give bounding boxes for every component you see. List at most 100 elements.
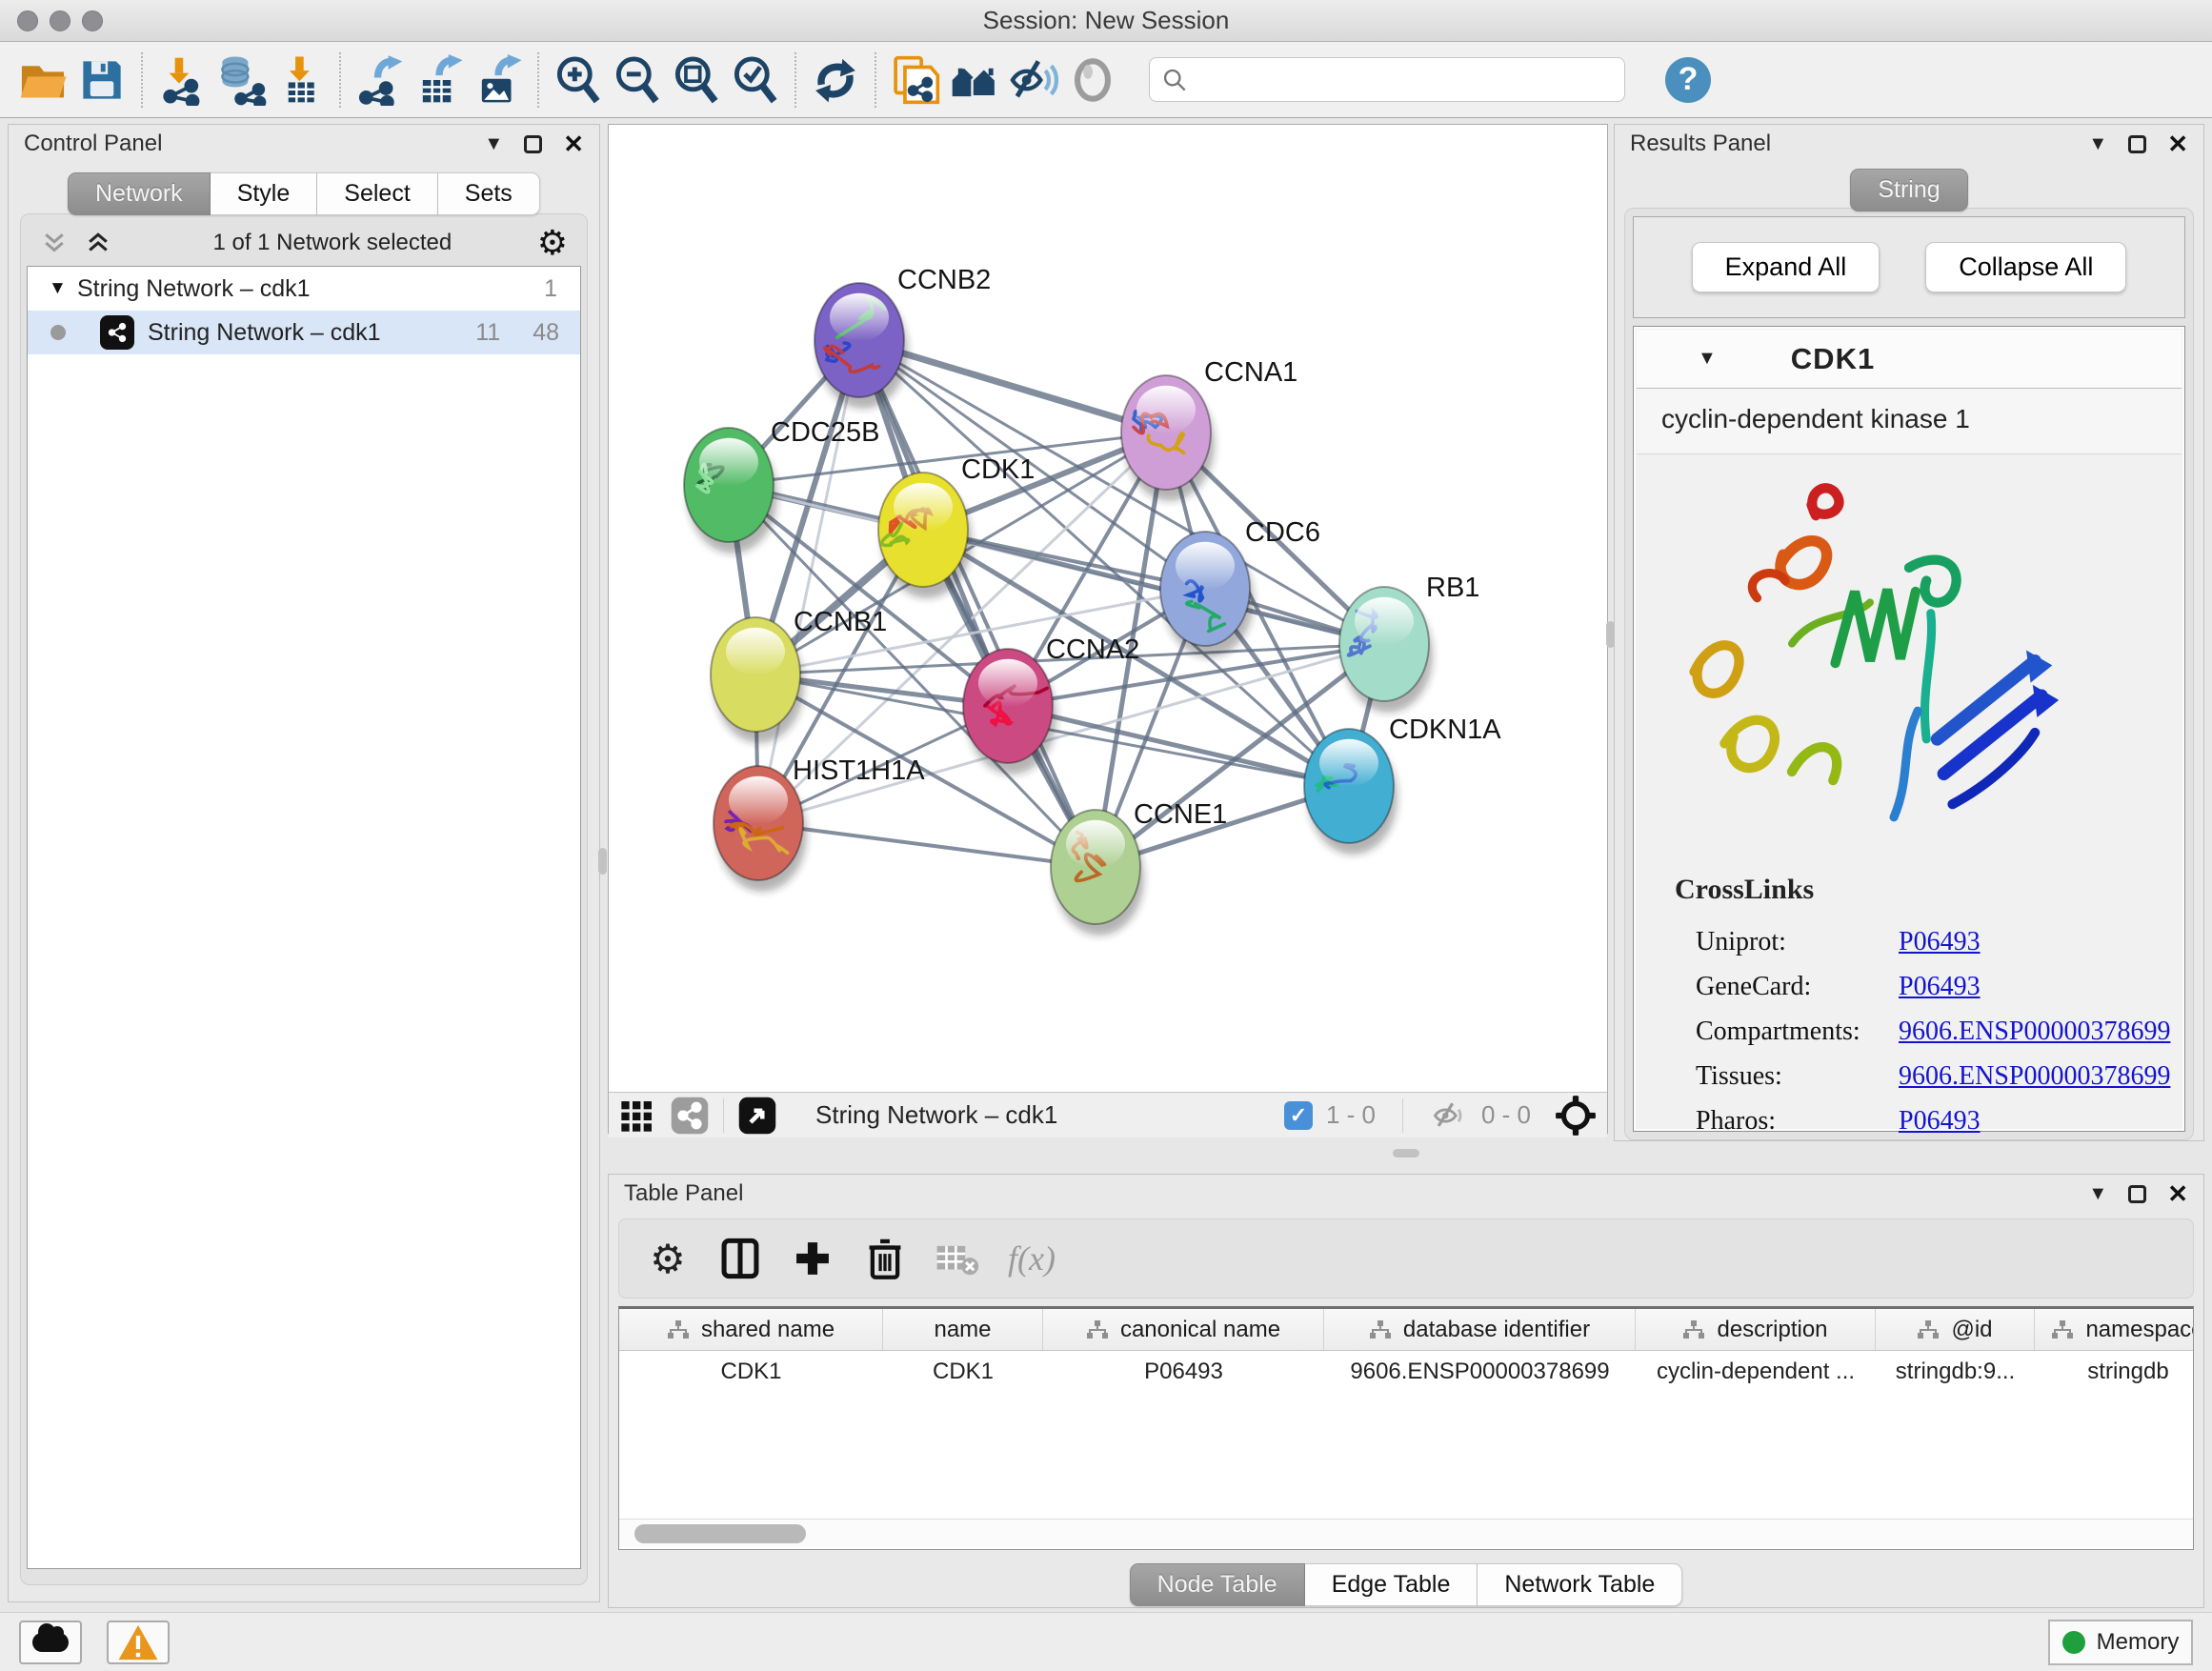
horizontal-scrollbar[interactable] [619, 1519, 2193, 1547]
search-box[interactable] [1149, 57, 1625, 102]
panel-collapse-icon[interactable]: ▼ [484, 133, 503, 155]
column-header-namespace[interactable]: namespace [2035, 1309, 2194, 1350]
graph-edge-CCNB2-HIST1H1A[interactable] [758, 340, 859, 823]
column-header-name[interactable]: name [883, 1309, 1043, 1350]
column-header-shared-name[interactable]: shared name [619, 1309, 883, 1350]
crosslink-link[interactable]: P06493 [1899, 972, 1981, 1002]
cell-description[interactable]: cyclin-dependent ... [1636, 1351, 1876, 1393]
eye-button[interactable] [1063, 50, 1122, 111]
protein-header-row[interactable]: ▼ CDK1 [1637, 330, 2182, 389]
panel-collapse-icon[interactable]: ▼ [2088, 133, 2107, 155]
panel-float-icon[interactable] [2128, 135, 2146, 153]
graph-edge-CCNE1-HIST1H1A[interactable] [758, 823, 1096, 867]
panel-float-icon[interactable] [524, 135, 542, 153]
table-row[interactable]: CDK1CDK1P064939606.ENSP00000378699cyclin… [619, 1351, 2193, 1393]
column-header-@id[interactable]: @id [1876, 1309, 2035, 1350]
tab-select[interactable]: Select [317, 172, 437, 215]
tab-network-table[interactable]: Network Table [1478, 1563, 1682, 1606]
tab-edge-table[interactable]: Edge Table [1305, 1563, 1478, 1606]
import-network-database-button[interactable] [211, 50, 271, 111]
network-row[interactable]: String Network – cdk1 11 48 [28, 311, 580, 354]
expand-all-icon[interactable] [84, 229, 112, 257]
network-canvas[interactable]: CCNB2CCNA1CDC25BCDK1CDC6RB1CCNB1CCNA2CDK… [609, 125, 1607, 1087]
panel-float-icon[interactable] [2128, 1185, 2146, 1203]
collapse-all-icon[interactable] [40, 229, 69, 257]
tab-style[interactable]: Style [211, 172, 318, 215]
memory-button[interactable]: Memory [2048, 1620, 2193, 1665]
reposition-icon[interactable] [1554, 1094, 1598, 1137]
close-window-icon[interactable] [17, 10, 38, 31]
column-header-description[interactable]: description [1636, 1309, 1876, 1350]
birds-eye-view-icon[interactable] [737, 1096, 777, 1136]
graph-node-CCNB1[interactable] [711, 617, 804, 743]
zoom-out-icon [612, 54, 663, 106]
zoom-out-button[interactable] [608, 50, 667, 111]
collapse-section-icon[interactable]: ▼ [1698, 348, 1717, 370]
tab-sets[interactable]: Sets [438, 172, 540, 215]
panel-close-icon[interactable]: ✕ [2167, 1179, 2188, 1209]
warnings-button[interactable] [107, 1621, 170, 1664]
selected-checkbox-icon[interactable]: ✓ [1284, 1101, 1313, 1130]
expand-all-button[interactable]: Expand All [1692, 242, 1880, 292]
column-header-database-identifier[interactable]: database identifier [1324, 1309, 1636, 1350]
search-input[interactable] [1188, 67, 1613, 93]
graph-node-CCNE1[interactable] [1051, 810, 1144, 936]
zoom-selected-button[interactable] [726, 50, 785, 111]
cell-shared-name[interactable]: CDK1 [619, 1351, 883, 1393]
cell-namespace[interactable]: stringdb [2035, 1351, 2194, 1393]
network-overview-button[interactable] [945, 50, 1004, 111]
scrollbar-thumb[interactable] [634, 1524, 806, 1543]
tree-expand-icon[interactable]: ▼ [49, 278, 77, 299]
export-table-button[interactable] [410, 50, 469, 111]
zoom-in-button[interactable] [549, 50, 608, 111]
crosslink-link[interactable]: 9606.ENSP00000378699 [1899, 1017, 2170, 1047]
delete-trash-icon[interactable] [863, 1237, 907, 1280]
panel-divider-handle[interactable] [1393, 1149, 1419, 1158]
panel-collapse-icon[interactable]: ▼ [2088, 1183, 2107, 1205]
graph-node-CDK1[interactable] [878, 473, 972, 598]
panel-divider-handle[interactable] [598, 848, 607, 875]
cell-@id[interactable]: stringdb:9... [1876, 1351, 2035, 1393]
gear-icon[interactable]: ⚙ [537, 223, 568, 263]
panel-close-icon[interactable]: ✕ [2167, 130, 2188, 159]
tab-network[interactable]: Network [68, 172, 211, 215]
tab-node-table[interactable]: Node Table [1130, 1563, 1305, 1606]
crosslink-link[interactable]: P06493 [1899, 1106, 1981, 1137]
window-controls[interactable] [17, 10, 103, 31]
tab-string[interactable]: String [1850, 169, 1967, 211]
add-column-icon[interactable] [791, 1238, 835, 1279]
graph-edge-CCNB2-CCNE1[interactable] [859, 340, 1096, 867]
grid-view-icon[interactable] [618, 1097, 656, 1135]
cell-canonical-name[interactable]: P06493 [1043, 1351, 1324, 1393]
crosslink-link[interactable]: 9606.ENSP00000378699 [1899, 1061, 2170, 1092]
import-network-file-button[interactable] [152, 50, 211, 111]
graph-node-CCNA2[interactable] [963, 649, 1056, 775]
zoom-fit-button[interactable] [667, 50, 726, 111]
collapse-all-button[interactable]: Collapse All [1925, 242, 2126, 292]
cell-name[interactable]: CDK1 [883, 1351, 1043, 1393]
graph-node-CDKN1A[interactable] [1304, 729, 1398, 855]
panel-close-icon[interactable]: ✕ [563, 130, 584, 159]
open-session-button[interactable] [13, 50, 72, 111]
column-header-canonical-name[interactable]: canonical name [1043, 1309, 1324, 1350]
show-hide-graphics-button[interactable] [1004, 50, 1063, 111]
network-view-icon[interactable] [670, 1096, 710, 1136]
network-collection-row[interactable]: ▼ String Network – cdk1 1 [28, 267, 580, 311]
import-table-button[interactable] [271, 50, 330, 111]
crosslink-link[interactable]: P06493 [1899, 927, 1981, 957]
graph-node-RB1[interactable] [1339, 587, 1433, 713]
save-session-button[interactable] [72, 50, 131, 111]
maximize-window-icon[interactable] [82, 10, 103, 31]
export-network-button[interactable] [351, 50, 410, 111]
table-settings-gear-icon[interactable]: ⚙ [646, 1236, 690, 1282]
graph-node-CDC6[interactable] [1160, 532, 1254, 657]
export-image-button[interactable] [469, 50, 528, 111]
help-button[interactable]: ? [1665, 57, 1711, 103]
cloud-button[interactable] [19, 1621, 82, 1664]
graph-node-CCNB2[interactable] [814, 283, 908, 409]
refresh-button[interactable] [806, 50, 865, 111]
copy-network-button[interactable] [886, 50, 945, 111]
minimize-window-icon[interactable] [50, 10, 70, 31]
show-columns-icon[interactable] [718, 1238, 762, 1279]
cell-database-identifier[interactable]: 9606.ENSP00000378699 [1324, 1351, 1636, 1393]
